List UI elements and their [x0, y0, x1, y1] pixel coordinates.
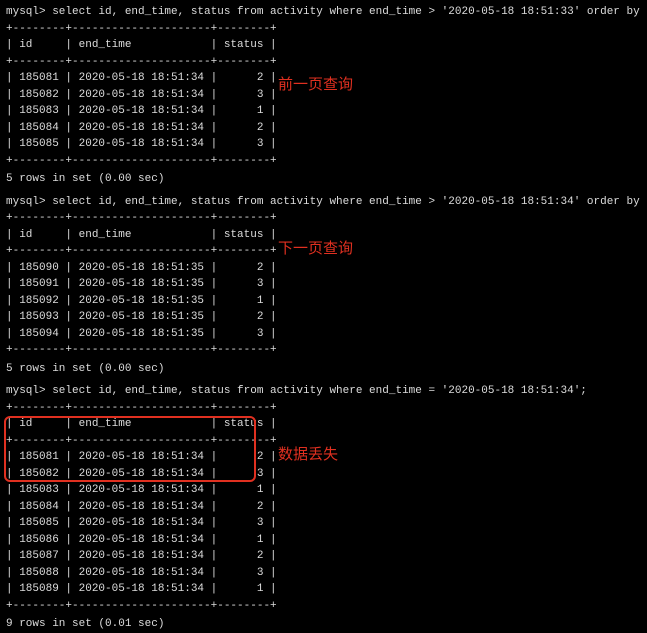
annotation-next-page: 下一页查询 [278, 238, 353, 261]
table-row: | 185084 | 2020-05-18 18:51:34 | 2 | [6, 499, 641, 516]
table-row: | 185085 | 2020-05-18 18:51:34 | 3 | [6, 515, 641, 532]
table-row: | 185093 | 2020-05-18 18:51:35 | 2 | [6, 309, 641, 326]
table-row: | 185087 | 2020-05-18 18:51:34 | 2 | [6, 548, 641, 565]
result-summary: 9 rows in set (0.01 sec) [6, 616, 641, 633]
result-summary: 5 rows in set (0.00 sec) [6, 361, 641, 378]
table-header: | id | end_time | status | [6, 37, 641, 54]
table-border: +--------+---------------------+--------… [6, 400, 641, 417]
table-row: | 185088 | 2020-05-18 18:51:34 | 3 | [6, 565, 641, 582]
table-row: | 185085 | 2020-05-18 18:51:34 | 3 | [6, 136, 641, 153]
annotation-data-loss: 数据丢失 [278, 444, 338, 467]
table-row: | 185082 | 2020-05-18 18:51:34 | 3 | [6, 466, 641, 483]
sql-prompt-2: mysql> select id, end_time, status from … [6, 194, 641, 211]
table-border: +--------+---------------------+--------… [6, 153, 641, 170]
table-row: | 185083 | 2020-05-18 18:51:34 | 1 | [6, 103, 641, 120]
table-border: +--------+---------------------+--------… [6, 21, 641, 38]
table-row: | 185094 | 2020-05-18 18:51:35 | 3 | [6, 326, 641, 343]
table-row: | 185092 | 2020-05-18 18:51:35 | 1 | [6, 293, 641, 310]
table-border: +--------+---------------------+--------… [6, 598, 641, 615]
sql-prompt-3: mysql> select id, end_time, status from … [6, 383, 641, 400]
sql-prompt-1: mysql> select id, end_time, status from … [6, 4, 641, 21]
table-row: | 185090 | 2020-05-18 18:51:35 | 2 | [6, 260, 641, 277]
table-row: | 185086 | 2020-05-18 18:51:34 | 1 | [6, 532, 641, 549]
table-row: | 185089 | 2020-05-18 18:51:34 | 1 | [6, 581, 641, 598]
table-border: +--------+---------------------+--------… [6, 210, 641, 227]
annotation-prev-page: 前一页查询 [278, 74, 353, 97]
table-row: | 185091 | 2020-05-18 18:51:35 | 3 | [6, 276, 641, 293]
table-border: +--------+---------------------+--------… [6, 54, 641, 71]
table-border: +--------+---------------------+--------… [6, 342, 641, 359]
table-row: | 185084 | 2020-05-18 18:51:34 | 2 | [6, 120, 641, 137]
table-row: | 185083 | 2020-05-18 18:51:34 | 1 | [6, 482, 641, 499]
result-summary: 5 rows in set (0.00 sec) [6, 171, 641, 188]
table-header: | id | end_time | status | [6, 416, 641, 433]
